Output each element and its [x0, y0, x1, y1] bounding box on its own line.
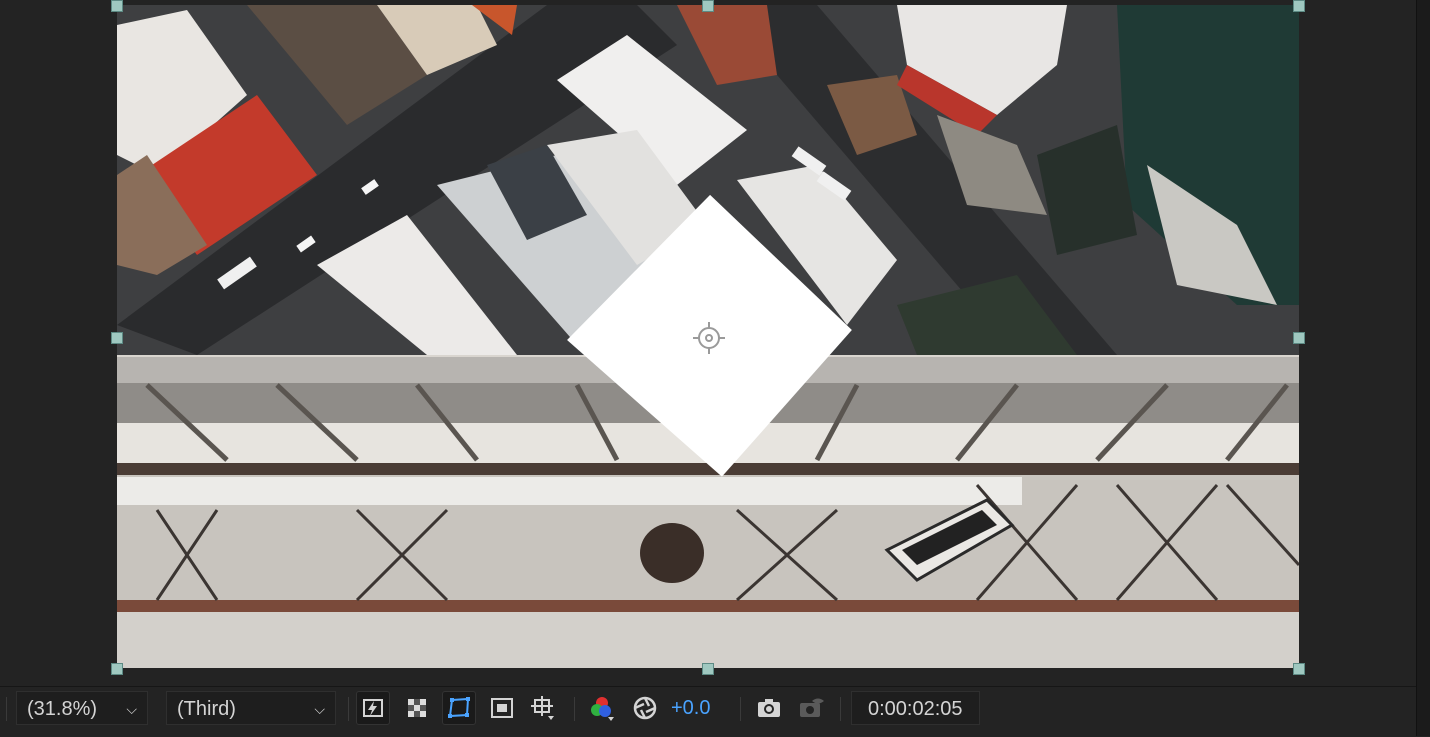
transform-handle-top-center[interactable] [702, 0, 714, 12]
transform-handle-top-right[interactable] [1293, 0, 1305, 12]
composition-viewer[interactable] [0, 0, 1416, 686]
magnification-dropdown[interactable]: (31.8%) ⌵ [16, 691, 148, 725]
mask-path-visibility-icon [448, 697, 470, 718]
transform-handle-bottom-left[interactable] [111, 663, 123, 675]
resolution-dropdown[interactable]: (Third) ⌵ [166, 691, 336, 725]
region-of-interest-icon [491, 698, 513, 718]
show-channel-button[interactable] [585, 691, 619, 725]
magnification-value: (31.8%) [27, 698, 98, 720]
chevron-down-icon: ⌵ [314, 701, 325, 717]
take-snapshot-button[interactable] [752, 691, 786, 725]
toolbar-divider [740, 697, 741, 721]
fast-previews-button[interactable] [356, 691, 390, 725]
toolbar-divider [574, 697, 575, 721]
grid-guides-icon [531, 696, 554, 720]
resolution-value: (Third) [177, 698, 236, 720]
transform-handle-bottom-right[interactable] [1293, 663, 1305, 675]
toolbar-divider [840, 697, 841, 721]
transform-handle-middle-right[interactable] [1293, 332, 1305, 344]
footage-aerial-image [117, 5, 1299, 668]
region-of-interest-button[interactable] [485, 691, 519, 725]
toolbar-divider [348, 697, 349, 721]
show-snapshot-button[interactable] [795, 691, 829, 725]
transform-handle-middle-left[interactable] [111, 332, 123, 344]
transparency-grid-icon [408, 699, 426, 717]
transparency-grid-button[interactable] [400, 691, 434, 725]
mask-visibility-button[interactable] [442, 691, 476, 725]
viewer-toolbar: (31.8%) ⌵ (Third) ⌵ +0.0 0:00:02:05 [0, 686, 1416, 737]
show-channel-icon [591, 697, 614, 721]
reset-exposure-button[interactable] [628, 691, 662, 725]
current-time-display[interactable]: 0:00:02:05 [851, 691, 980, 725]
panel-scrollbar[interactable] [1416, 0, 1430, 736]
exposure-value[interactable]: +0.0 [671, 691, 710, 725]
chevron-down-icon: ⌵ [126, 701, 137, 717]
toolbar-divider [6, 697, 7, 721]
composition-frame[interactable] [117, 5, 1299, 668]
snapshot-camera-icon [758, 699, 780, 717]
transform-handle-bottom-center[interactable] [702, 663, 714, 675]
reset-exposure-icon [633, 696, 657, 720]
fast-previews-icon [363, 699, 383, 717]
transform-handle-top-left[interactable] [111, 0, 123, 12]
grid-guides-button[interactable] [526, 691, 560, 725]
show-snapshot-icon [800, 698, 824, 717]
